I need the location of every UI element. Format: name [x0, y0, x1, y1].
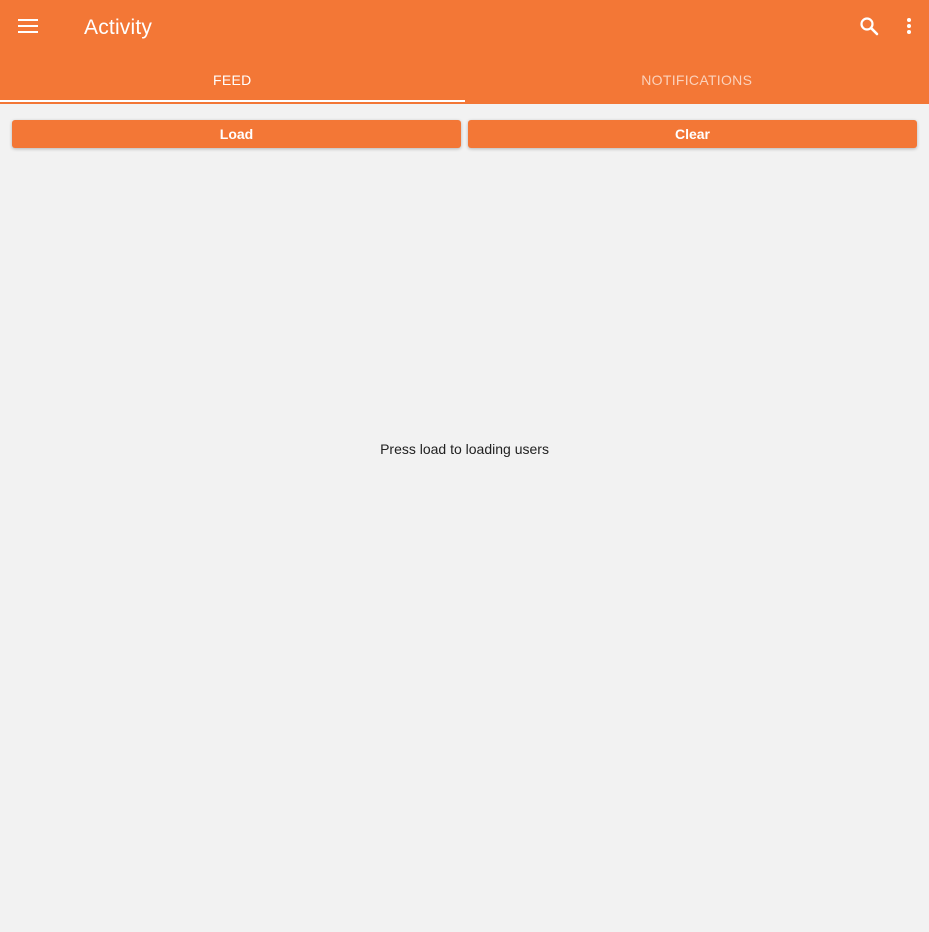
tab-bar: FEED NOTIFICATIONS	[0, 56, 929, 104]
search-icon	[859, 16, 879, 41]
tab-notifications-label: NOTIFICATIONS	[641, 72, 753, 88]
tab-feed[interactable]: FEED	[0, 56, 465, 104]
empty-state-message: Press load to loading users	[380, 441, 549, 457]
app-bar: Activity FEED NOTIFICATIONS	[0, 0, 929, 104]
menu-button[interactable]	[4, 4, 52, 52]
load-button[interactable]: Load	[12, 120, 461, 148]
app-window: Activity FEED NOTIFICATIONS Load Clear P…	[0, 0, 929, 932]
more-options-button[interactable]	[889, 4, 929, 52]
tab-feed-label: FEED	[212, 72, 252, 88]
menu-icon	[18, 18, 38, 38]
search-button[interactable]	[845, 4, 893, 52]
tab-indicator	[0, 100, 465, 102]
toolbar: Activity	[0, 0, 929, 56]
tab-notifications[interactable]: NOTIFICATIONS	[465, 56, 929, 104]
more-vert-icon	[906, 17, 912, 40]
page-title: Activity	[84, 16, 153, 39]
clear-button[interactable]: Clear	[468, 120, 917, 148]
